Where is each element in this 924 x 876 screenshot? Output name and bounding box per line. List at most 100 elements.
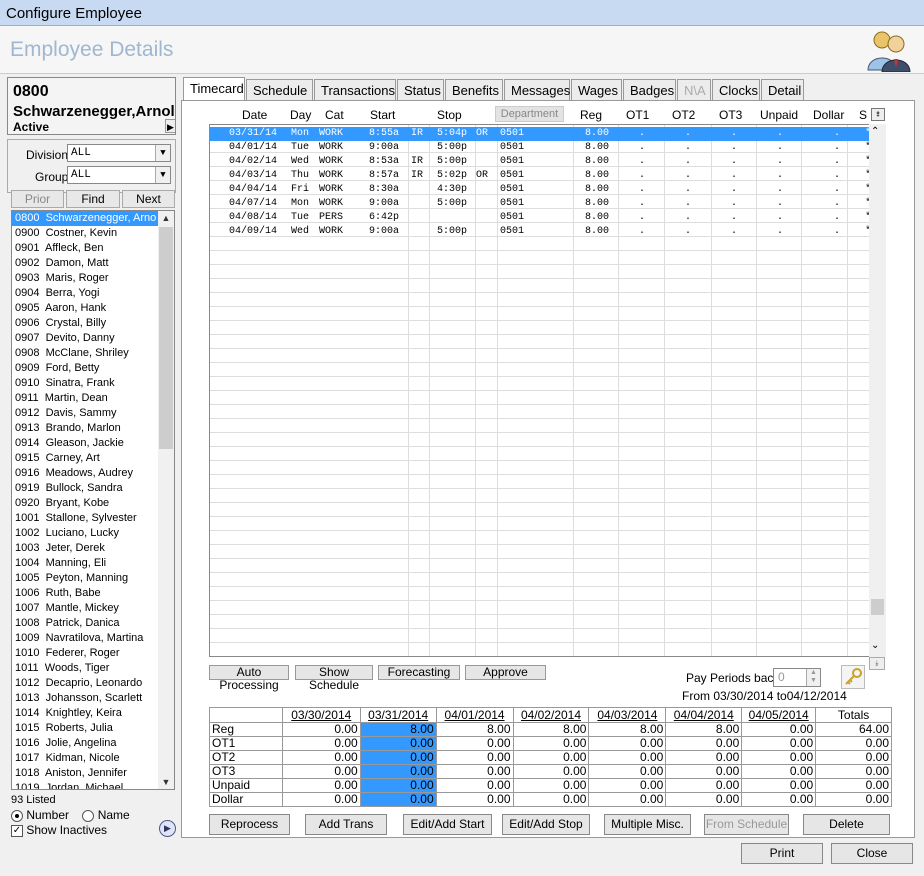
approve-button[interactable]: Approve [465,665,546,680]
employee-list-item[interactable]: 1009 Navratilova, Martina [12,631,159,646]
employee-list-item[interactable]: 0919 Bullock, Sandra [12,481,159,496]
employee-list-item[interactable]: 0909 Ford, Betty [12,361,159,376]
tab-transactions[interactable]: Transactions [314,79,396,101]
employee-list-item[interactable]: 0916 Meadows, Audrey [12,466,159,481]
expand-arrow-icon[interactable]: ▶ [165,119,175,133]
auto-processing-button[interactable]: Auto Processing [209,665,289,692]
employee-list-item[interactable]: 0900 Costner, Kevin [12,226,159,241]
close-button[interactable]: Close [831,843,913,864]
employee-list-item[interactable]: 0906 Crystal, Billy [12,316,159,331]
employee-list-item[interactable]: 1012 Decaprio, Leonardo [12,676,159,691]
tab-schedule[interactable]: Schedule [246,79,313,101]
scroll-bottom-icon[interactable]: ⯯ [869,657,885,670]
employee-list-item[interactable]: 0904 Berra, Yogi [12,286,159,301]
list-scrollbar[interactable]: ▲ ▼ [158,211,174,789]
employee-list-item[interactable]: 1017 Kidman, Nicole [12,751,159,766]
tab-detail[interactable]: Detail [761,79,804,101]
employee-list-item[interactable]: 1001 Stallone, Sylvester [12,511,159,526]
prior-button[interactable]: Prior [11,190,64,208]
timecard-row[interactable]: 03/31/14 Mon WORK 8:55a IR 5:04p OR 0501 8.00...… [210,127,869,141]
sort-number-radio[interactable] [11,809,23,822]
tab-wages[interactable]: Wages [571,79,622,101]
find-button[interactable]: Find [66,190,120,208]
tab-badges[interactable]: Badges [623,79,676,101]
timecard-row[interactable]: 04/02/14 Wed WORK 8:53a IR 5:00p 0501 8.00.....… [210,155,869,169]
delete-button[interactable]: Delete [803,814,890,835]
totals-col-header: Totals [815,707,892,723]
employee-list-item[interactable]: 1002 Luciano, Lucky [12,526,159,541]
employee-list-item[interactable]: 1007 Mantle, Mickey [12,601,159,616]
division-select[interactable]: ALL ▼ [67,144,171,162]
employee-list-item[interactable]: 1016 Jolie, Angelina [12,736,159,751]
employee-list-item[interactable]: 1018 Aniston, Jennifer [12,766,159,781]
employee-list-item[interactable]: 0908 McClane, Shriley [12,346,159,361]
timecard-grid[interactable]: 03/31/14 Mon WORK 8:55a IR 5:04p OR 0501 8.00...… [209,124,870,657]
employee-list-item[interactable]: 0911 Martin, Dean [12,391,159,406]
department-button[interactable]: Department [495,106,564,122]
key-icon[interactable] [841,665,865,689]
employee-list-item[interactable]: 0910 Sinatra, Frank [12,376,159,391]
employee-list-item[interactable]: 1005 Peyton, Manning [12,571,159,586]
employee-list-item[interactable]: 0905 Aaron, Hank [12,301,159,316]
employee-list-item[interactable]: 0915 Carney, Art [12,451,159,466]
scroll-top-icon[interactable]: ⯒ [871,108,885,121]
employee-list-item[interactable]: 1003 Jeter, Derek [12,541,159,556]
timecard-row[interactable]: 04/01/14TueWORK9:00a5:00p05018.00.....* [210,141,869,155]
employee-list-item[interactable]: 1004 Manning, Eli [12,556,159,571]
employee-list-item[interactable]: 1006 Ruth, Babe [12,586,159,601]
group-select[interactable]: ALL ▼ [67,166,171,184]
reprocess-button[interactable]: Reprocess [209,814,290,835]
timecard-row[interactable]: 04/07/14MonWORK9:00a5:00p05018.00.....* [210,197,869,211]
employee-list-item[interactable]: 0912 Davis, Sammy [12,406,159,421]
employee-list-item[interactable]: 0907 Devito, Danny [12,331,159,346]
scroll-thumb[interactable] [159,227,173,449]
forecasting-button[interactable]: Forecasting [378,665,460,680]
edit-add-start-button[interactable]: Edit/Add Start [403,814,492,835]
tab-status[interactable]: Status [397,79,444,101]
tab-timecard[interactable]: Timecard [183,77,245,102]
grid-scrollbar[interactable]: ⌃ ⌄ [869,124,886,657]
employee-list-item[interactable]: 1010 Federer, Roger [12,646,159,661]
chevron-down-icon[interactable]: ▼ [155,167,170,183]
from-schedule-button[interactable]: From Schedule [704,814,789,835]
edit-add-stop-button[interactable]: Edit/Add Stop [502,814,590,835]
timecard-row[interactable]: 04/04/14FriWORK8:30a4:30p05018.00.....* [210,183,869,197]
employee-list-item[interactable]: 0914 Gleason, Jackie [12,436,159,451]
add-trans-button[interactable]: Add Trans [305,814,387,835]
forward-circle-icon[interactable]: ▶ [159,820,176,837]
scroll-down-icon[interactable]: ⌄ [871,640,879,651]
employee-list-item[interactable]: 1013 Johansson, Scarlett [12,691,159,706]
tab-clocks[interactable]: Clocks [712,79,760,101]
timecard-row[interactable]: 04/08/14TuePERS6:42p05018.00.....* [210,211,869,225]
employee-list-item[interactable]: 0913 Brando, Marlon [12,421,159,436]
scroll-up-icon[interactable]: ▲ [158,211,174,225]
sort-name-radio[interactable] [82,809,95,822]
employee-list-item[interactable]: 1015 Roberts, Julia [12,721,159,736]
employee-list-item[interactable]: 0903 Maris, Roger [12,271,159,286]
employee-list-item[interactable]: 0901 Affleck, Ben [12,241,159,256]
show-inactives-checkbox[interactable]: ✓ [11,824,23,837]
tab-na[interactable]: N\A [677,79,711,101]
tab-benefits[interactable]: Benefits [445,79,503,101]
employee-list-item[interactable]: 1014 Knightley, Keira [12,706,159,721]
show-schedule-button[interactable]: Show Schedule [295,665,373,692]
spinner-arrows-icon[interactable]: ▲ ▼ [806,669,820,686]
employee-list-item[interactable]: 1019 Jordan, Michael [12,781,159,789]
scroll-up-icon[interactable]: ⌃ [871,126,879,137]
timecard-row[interactable]: 04/09/14WedWORK9:00a5:00p05018.00.....* [210,225,869,239]
multiple-misc-button[interactable]: Multiple Misc. [604,814,691,835]
grid-scroll-thumb[interactable] [871,599,884,615]
employee-list-item[interactable]: 0800 Schwarzenegger, Arno [12,211,159,226]
pay-periods-spinner[interactable]: 0 ▲ ▼ [773,668,821,687]
employee-list[interactable]: 0800 Schwarzenegger, Arno 0900 Costner, K… [11,210,175,790]
timecard-row[interactable]: 04/03/14 Thu WORK 8:57a IR 5:02p OR 0501 8.00...… [210,169,869,183]
employee-list-item[interactable]: 0920 Bryant, Kobe [12,496,159,511]
employee-list-item[interactable]: 1008 Patrick, Danica [12,616,159,631]
scroll-down-icon[interactable]: ▼ [158,775,174,789]
chevron-down-icon[interactable]: ▼ [155,145,170,161]
tab-messages[interactable]: Messages [504,79,570,101]
employee-list-item[interactable]: 0902 Damon, Matt [12,256,159,271]
next-button[interactable]: Next [122,190,175,208]
employee-list-item[interactable]: 1011 Woods, Tiger [12,661,159,676]
print-button[interactable]: Print [741,843,823,864]
